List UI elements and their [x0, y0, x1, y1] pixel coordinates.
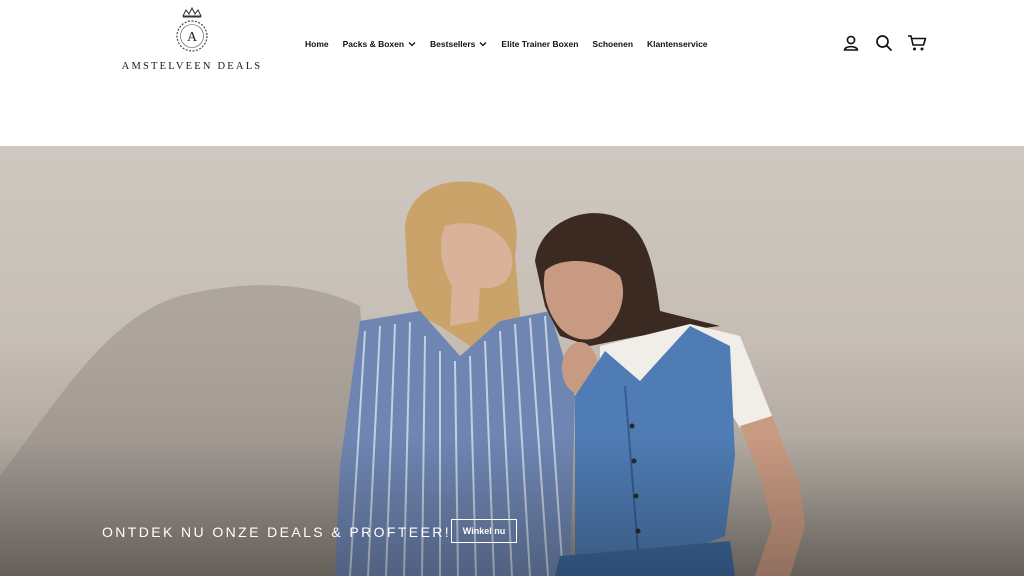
nav-label: Klantenservice — [647, 39, 708, 49]
nav-item-elite-trainer-boxen[interactable]: Elite Trainer Boxen — [501, 39, 578, 49]
cart-icon — [908, 35, 927, 51]
nav-label: Home — [305, 39, 329, 49]
brand-logo[interactable]: A AMSTELVEEN DEALS — [112, 6, 272, 76]
logo-monogram: A — [187, 30, 198, 45]
main-nav: Home Packs & Boxen Bestsellers Elite Tra… — [305, 38, 708, 50]
hero-gradient — [0, 436, 1024, 576]
nav-label: Schoenen — [592, 39, 634, 49]
nav-item-klantenservice[interactable]: Klantenservice — [647, 39, 707, 49]
site-header: A AMSTELVEEN DEALS Home Packs & Boxen Be… — [0, 0, 1024, 146]
chevron-down-icon — [408, 42, 416, 47]
shop-now-button[interactable]: Winkel nu — [451, 519, 517, 543]
account-icon — [843, 35, 859, 51]
search-icon — [876, 35, 892, 51]
nav-item-packs-boxen[interactable]: Packs & Boxen — [343, 39, 416, 49]
hero-headline: ONTDEK NU ONZE DEALS & PROFTEER! — [102, 524, 452, 540]
account-button[interactable] — [841, 33, 861, 53]
nav-item-home[interactable]: Home — [305, 39, 329, 49]
header-icons — [841, 33, 927, 53]
search-button[interactable] — [874, 33, 894, 53]
nav-label: Bestsellers — [430, 39, 476, 49]
nav-item-bestsellers[interactable]: Bestsellers — [430, 39, 487, 49]
cart-button[interactable] — [907, 33, 927, 53]
nav-item-schoenen[interactable]: Schoenen — [592, 39, 633, 49]
brand-name: AMSTELVEEN DEALS — [121, 61, 263, 72]
nav-label: Elite Trainer Boxen — [501, 39, 579, 49]
crest-icon: A — [176, 6, 208, 52]
chevron-down-icon — [479, 42, 487, 47]
nav-label: Packs & Boxen — [342, 39, 405, 49]
hero-banner: ONTDEK NU ONZE DEALS & PROFTEER! Winkel … — [0, 146, 1024, 576]
